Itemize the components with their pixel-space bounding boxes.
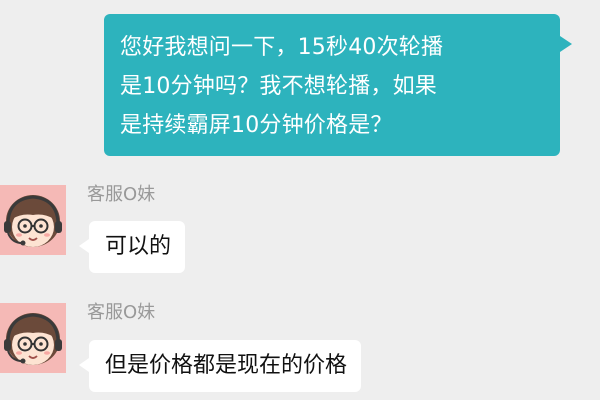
incoming-message-bubble[interactable]: 可以的 bbox=[79, 221, 186, 273]
incoming-message-bubble[interactable]: 但是价格都是现在的价格 bbox=[79, 340, 362, 392]
incoming-message-row: 客服O妹 可以的 bbox=[0, 182, 600, 282]
incoming-message-text: 可以的 bbox=[105, 234, 172, 259]
bubble-tail bbox=[79, 358, 89, 372]
incoming-message-row: 客服O妹 但是价格都是现在的价格 bbox=[0, 300, 600, 400]
incoming-message-text: 但是价格都是现在的价格 bbox=[105, 353, 348, 378]
outgoing-message-line: 是10分钟吗？我不想轮播，如果 bbox=[120, 74, 437, 99]
agent-avatar[interactable] bbox=[0, 185, 66, 255]
agent-avatar[interactable] bbox=[0, 303, 66, 373]
bubble-tail bbox=[560, 36, 572, 52]
sender-name: 客服O妹 bbox=[87, 184, 156, 205]
outgoing-message-line: 是持续霸屏10分钟价格是？ bbox=[120, 113, 393, 138]
bubble-tail bbox=[79, 239, 89, 253]
cartoon-girl-with-glasses-headset-avatar-icon bbox=[4, 195, 62, 247]
cartoon-girl-with-glasses-headset-avatar-icon bbox=[4, 313, 62, 365]
chat-area: 您好我想问一下，15秒40次轮播 是10分钟吗？我不想轮播，如果 是持续霸屏10… bbox=[0, 0, 600, 400]
sender-name: 客服O妹 bbox=[87, 302, 156, 323]
outgoing-message-bubble[interactable]: 您好我想问一下，15秒40次轮播 是10分钟吗？我不想轮播，如果 是持续霸屏10… bbox=[104, 14, 572, 156]
outgoing-message-line: 您好我想问一下，15秒40次轮播 bbox=[120, 35, 444, 60]
